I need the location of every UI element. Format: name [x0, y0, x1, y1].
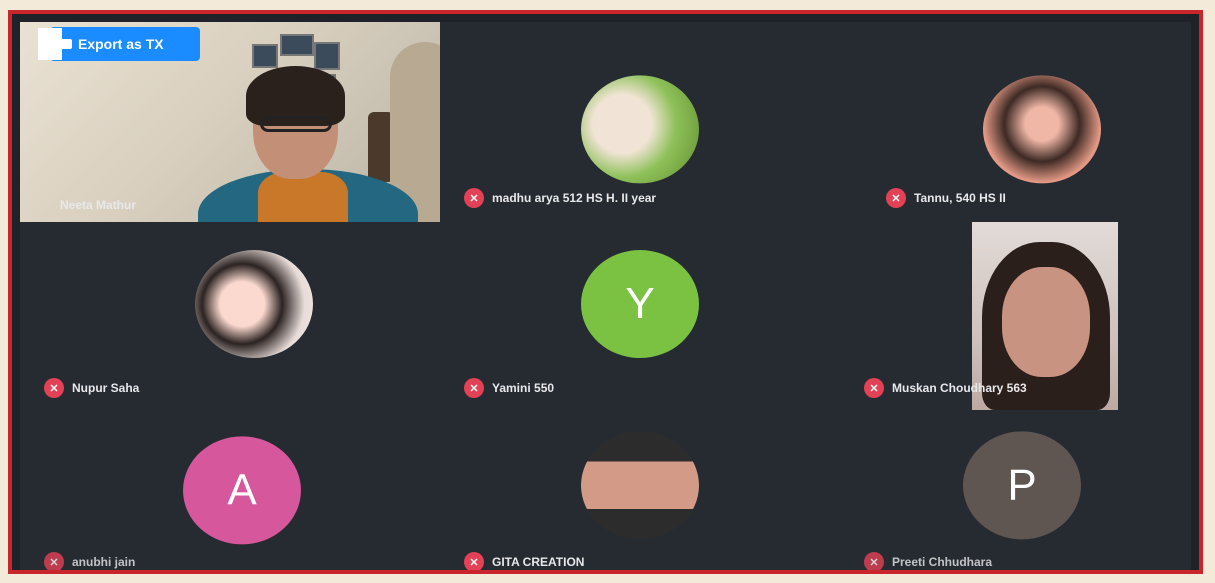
participant-tile[interactable]: Export as TX Neeta Mathur [20, 22, 440, 222]
mic-muted-icon: ✕ [44, 552, 64, 570]
initial-avatar: Y [581, 250, 699, 359]
profile-photo [983, 75, 1101, 184]
participant-name: ✕ Tannu, 540 HS II [886, 188, 1006, 208]
participant-tile[interactable]: ✕ Nupur Saha [20, 222, 440, 412]
participant-tile[interactable]: Y ✕ Yamini 550 [440, 222, 840, 412]
participant-tile[interactable]: A ✕ anubhi jain [20, 412, 440, 570]
participant-tile[interactable]: ✕ Tannu, 540 HS II [840, 22, 1191, 222]
participant-name: ✕ Preeti Chhudhara [864, 552, 992, 570]
participant-name: ✕ Yamini 550 [464, 378, 554, 398]
mic-muted-icon: ✕ [864, 378, 884, 398]
participant-grid: Export as TX Neeta Mathur ✕ madhu arya 5… [20, 22, 1191, 570]
initial-avatar: P [963, 431, 1081, 540]
mic-muted-icon: ✕ [464, 188, 484, 208]
participant-name: Neeta Mathur [60, 198, 137, 212]
participant-name: ✕ GITA CREATION [464, 552, 584, 570]
mic-muted-icon: ✕ [864, 552, 884, 570]
mic-muted-icon: ✕ [44, 378, 64, 398]
participant-name: ✕ madhu arya 512 HS H. II year [464, 188, 656, 208]
participant-name: ✕ Muskan Choudhary 563 [864, 378, 1027, 398]
meeting-frame: Export as TX Neeta Mathur ✕ madhu arya 5… [8, 10, 1203, 574]
export-label: Export as TX [78, 36, 164, 52]
profile-photo [581, 75, 699, 184]
participant-name: ✕ Nupur Saha [44, 378, 139, 398]
participant-name: ✕ anubhi jain [44, 552, 135, 570]
profile-photo [581, 431, 699, 540]
mic-muted-icon: ✕ [464, 552, 484, 570]
mic-muted-icon: ✕ [886, 188, 906, 208]
participant-video [198, 66, 418, 222]
participant-tile[interactable]: P ✕ Preeti Chhudhara [840, 412, 1191, 570]
export-button[interactable]: Export as TX [50, 27, 200, 61]
participant-tile[interactable]: ✕ GITA CREATION [440, 412, 840, 570]
participant-tile[interactable]: ✕ Muskan Choudhary 563 [840, 222, 1191, 412]
window-fragment [38, 28, 62, 60]
profile-photo [195, 250, 313, 359]
mic-muted-icon: ✕ [464, 378, 484, 398]
initial-avatar: A [183, 436, 301, 545]
participant-tile[interactable]: ✕ madhu arya 512 HS H. II year [440, 22, 840, 222]
